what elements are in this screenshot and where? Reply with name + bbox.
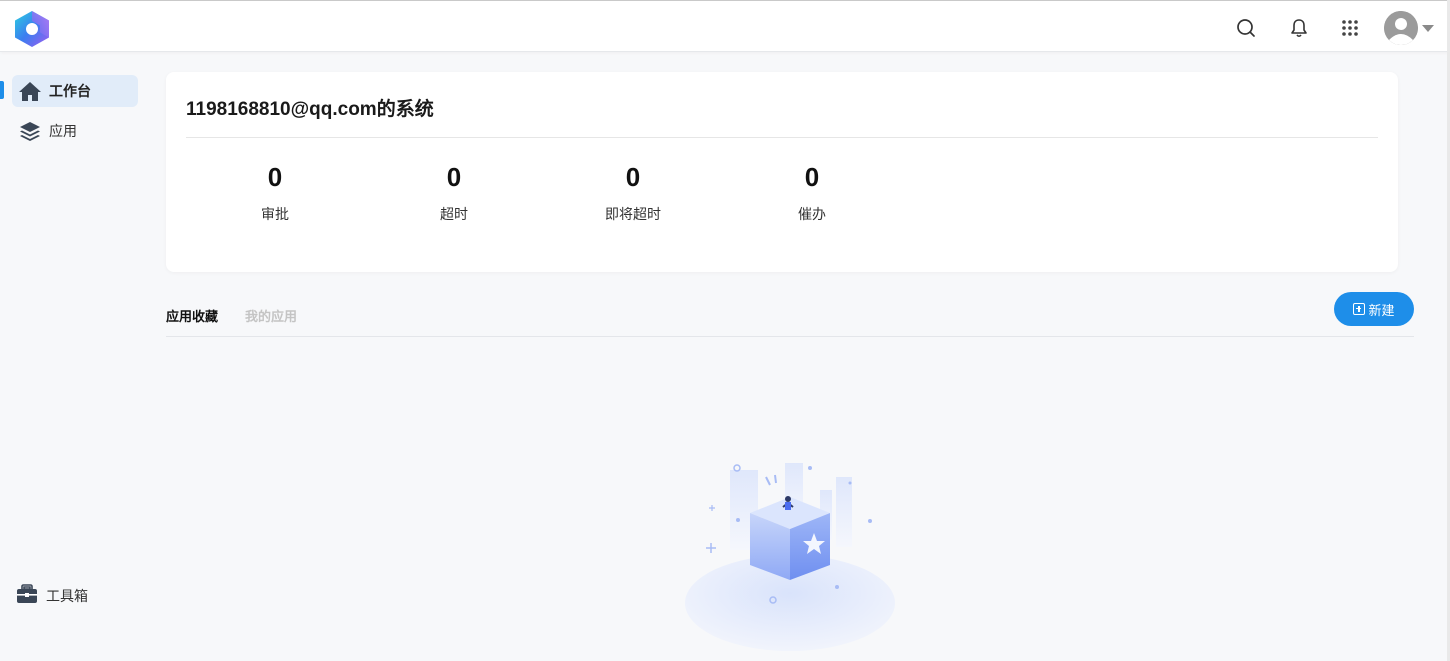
search-icon[interactable] <box>1233 15 1259 41</box>
user-menu[interactable] <box>1384 11 1434 45</box>
sidebar-item-label: 应用 <box>49 123 77 139</box>
stat-due-soon[interactable]: 0 即将超时 <box>573 160 693 224</box>
stat-value: 0 <box>446 162 462 192</box>
app-logo-icon[interactable] <box>12 10 52 48</box>
toolbox-button[interactable]: 工具箱 <box>16 583 88 609</box>
stat-value: 0 <box>625 162 641 192</box>
chevron-down-icon[interactable] <box>1422 24 1434 32</box>
toolbox-icon <box>16 583 38 609</box>
stat-label: 超时 <box>440 206 468 222</box>
sidebar: 工作台 应用 <box>0 53 150 661</box>
empty-state-illustration <box>680 455 900 661</box>
tab-favorites[interactable]: 应用收藏 <box>166 306 218 325</box>
plus-square-icon <box>1353 303 1366 315</box>
sidebar-item-apps[interactable]: 应用 <box>12 115 138 147</box>
stat-label: 即将超时 <box>605 206 661 222</box>
stat-reminder[interactable]: 0 催办 <box>752 160 872 224</box>
layers-icon <box>18 119 42 143</box>
page-title: 1198168810@qq.com的系统 <box>186 99 434 120</box>
sidebar-item-label: 工作台 <box>49 83 91 99</box>
summary-card: 1198168810@qq.com的系统 0 审批 0 超时 0 即将超时 0 … <box>166 72 1398 272</box>
stat-overdue[interactable]: 0 超时 <box>394 160 514 224</box>
user-avatar-icon[interactable] <box>1384 11 1418 45</box>
bell-icon[interactable] <box>1286 15 1312 41</box>
toolbox-label: 工具箱 <box>46 588 88 604</box>
tab-my-apps[interactable]: 我的应用 <box>245 306 297 325</box>
new-button[interactable]: 新建 <box>1334 292 1414 326</box>
home-icon <box>18 79 42 103</box>
top-bar <box>0 0 1450 52</box>
stat-value: 0 <box>267 162 283 192</box>
stat-label: 审批 <box>261 206 289 222</box>
stat-value: 0 <box>804 162 820 192</box>
divider <box>186 137 1378 138</box>
sidebar-item-workbench[interactable]: 工作台 <box>12 75 138 107</box>
new-button-label: 新建 <box>1368 302 1395 318</box>
active-indicator <box>0 81 4 99</box>
stat-approval[interactable]: 0 审批 <box>215 160 335 224</box>
divider <box>166 336 1414 337</box>
apps-grid-icon[interactable] <box>1337 15 1363 41</box>
stat-label: 催办 <box>798 206 826 222</box>
